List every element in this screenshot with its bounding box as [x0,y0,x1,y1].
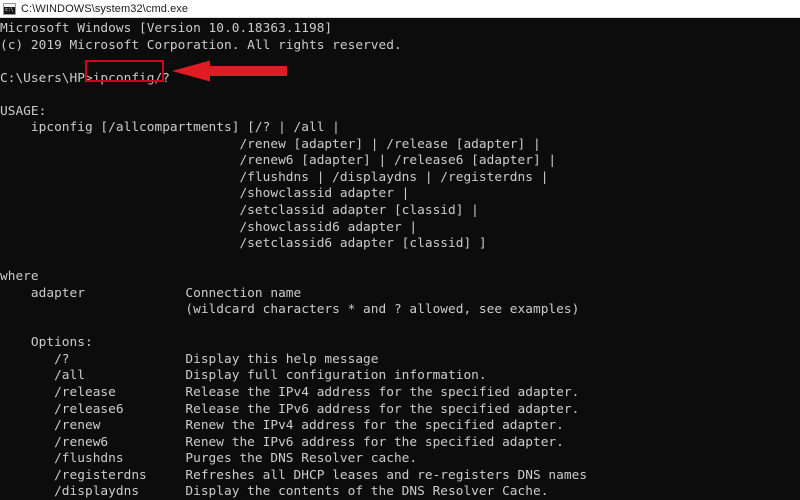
console-line: USAGE: [0,103,47,119]
console-line: adapter Connection name [0,285,302,301]
console-line: /renew Renew the IPv4 address for the sp… [0,418,564,434]
console-line: /release6 Release the IPv6 address for t… [0,401,580,417]
console-line: /release Release the IPv4 address for th… [0,385,580,401]
console-line: /flushdns Purges the DNS Resolver cache. [0,451,418,467]
console-line: /displaydns Display the contents of the … [0,484,549,500]
console-line: ipconfig [/allcompartments] [/? | /all | [0,120,340,136]
cmd-console-icon [3,2,16,15]
console-output-area[interactable]: Microsoft Windows [Version 10.0.18363.11… [0,18,800,500]
console-line: /setclassid6 adapter [classid] ] [0,236,487,252]
console-line: (wildcard characters * and ? allowed, se… [0,302,580,318]
console-line: /showclassid adapter | [0,186,410,202]
console-line: /renew6 [adapter] | /release6 [adapter] … [0,153,557,169]
console-text: Microsoft Windows [Version 10.0.18363.11… [0,21,626,500]
console-line: /registerdns Refreshes all DHCP leases a… [0,467,588,483]
console-line: /renew6 Renew the IPv6 address for the s… [0,434,564,450]
console-line: /? Display this help message [0,351,379,367]
console-line: /showclassid6 adapter | [0,219,418,235]
console-line: (c) 2019 Microsoft Corporation. All righ… [0,37,402,53]
console-line: Microsoft Windows [Version 10.0.18363.11… [0,21,333,36]
cmd-window: C:\WINDOWS\system32\cmd.exe Microsoft Wi… [0,0,800,500]
console-line: /setclassid adapter [classid] | [0,203,479,219]
window-title: C:\WINDOWS\system32\cmd.exe [21,2,189,15]
console-line: Options: [0,335,93,351]
console-line: /all Display full configuration informat… [0,368,487,384]
title-bar[interactable]: C:\WINDOWS\system32\cmd.exe [0,0,800,18]
console-line: /renew [adapter] | /release [adapter] | [0,136,541,152]
console-line: /flushdns | /displaydns | /registerdns | [0,169,549,185]
console-line: where [0,269,39,285]
console-line: C:\Users\HP>ipconfig/? [0,70,170,86]
